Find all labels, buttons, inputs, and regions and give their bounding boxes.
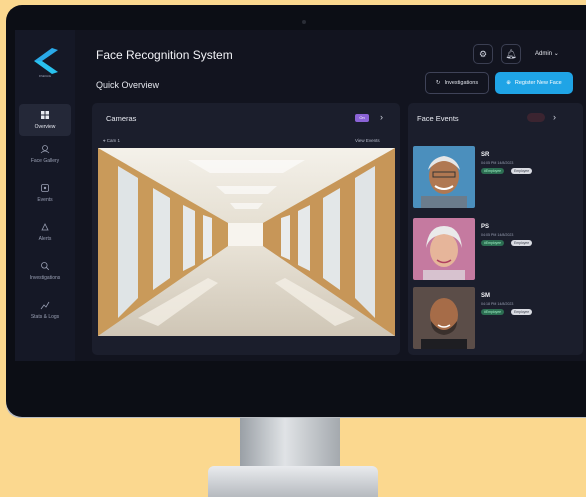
refresh-icon: ↻ xyxy=(435,80,441,86)
list-item[interactable]: SM 04:18 PM 14/8/2023 #Employee Employee xyxy=(413,287,573,355)
event-date: 04:05 PM 14/8/2023 xyxy=(481,161,514,165)
sidebar-item-label: Investigations xyxy=(29,275,61,281)
sidebar-item-label: Face Gallery xyxy=(30,158,60,164)
page-title: Face Recognition System xyxy=(96,48,233,62)
status-badge: Employee xyxy=(511,168,533,174)
events-toggle[interactable] xyxy=(527,113,545,122)
search-icon xyxy=(41,262,50,271)
view-events-link[interactable]: View Events xyxy=(355,138,380,143)
section-subtitle: Quick Overview xyxy=(96,80,160,90)
webcam-icon xyxy=(302,20,306,24)
status-badge: #Employee xyxy=(481,168,504,174)
monitor-stand-neck xyxy=(240,418,340,470)
svg-text:FINEFACE: FINEFACE xyxy=(39,75,52,78)
register-new-face-button[interactable]: ⊕ Register New Face xyxy=(495,72,573,94)
hallway-image xyxy=(98,148,395,336)
events-icon xyxy=(41,184,49,192)
camera-label: Cam 1 xyxy=(106,138,121,143)
face-icon xyxy=(40,145,50,154)
register-label: Register New Face xyxy=(514,80,562,86)
face-events-title: Face Events xyxy=(417,114,459,123)
gear-icon: ⚙ xyxy=(478,48,488,59)
sidebar: FINEFACE Overview Face Gallery Events Al… xyxy=(15,30,75,361)
event-name: SM xyxy=(481,293,490,299)
face-photo xyxy=(413,218,475,280)
cameras-title: Cameras xyxy=(106,114,137,123)
event-date: 04:05 PM 14/8/2023 xyxy=(481,233,514,237)
list-item[interactable]: SR 04:05 PM 14/8/2023 #Employee Employee xyxy=(413,146,573,214)
toggle-label: On xyxy=(359,115,365,120)
add-face-icon: ⊕ xyxy=(506,80,511,86)
camera-name: ⌖ Cam 1 xyxy=(103,138,120,143)
sidebar-item-face-gallery[interactable]: Face Gallery xyxy=(19,144,71,164)
settings-button[interactable]: ⚙ xyxy=(473,44,493,64)
camera-feed xyxy=(98,148,395,336)
camera-toggle[interactable]: On xyxy=(355,114,369,122)
sidebar-item-stats-logs[interactable]: Stats & Logs xyxy=(19,300,71,320)
chevron-right-icon: › xyxy=(380,112,383,122)
app-screen: FINEFACE Overview Face Gallery Events Al… xyxy=(15,30,586,361)
sidebar-item-label: Alerts xyxy=(38,236,52,242)
cameras-next-button[interactable]: › xyxy=(380,112,383,122)
stats-icon xyxy=(40,301,50,310)
admin-label: Admin xyxy=(535,51,553,57)
status-badge: #Employee xyxy=(481,309,504,315)
sidebar-item-alerts[interactable]: Alerts xyxy=(19,222,71,242)
logo-icon: FINEFACE xyxy=(34,48,58,78)
investigations-label: Investigations xyxy=(444,80,479,86)
face-photo xyxy=(413,146,475,208)
events-next-button[interactable]: › xyxy=(553,112,556,122)
notifications-button[interactable]: 🔔︎ xyxy=(501,44,521,64)
face-photo xyxy=(413,287,475,349)
sidebar-item-label: Events xyxy=(37,197,53,203)
status-badge: Employee xyxy=(511,309,533,315)
monitor-stand-base xyxy=(208,466,378,497)
chevron-down-icon: ⌄ xyxy=(553,51,559,57)
bell-icon: 🔔︎ xyxy=(505,48,517,59)
sidebar-item-events[interactable]: Events xyxy=(19,183,71,203)
list-item[interactable]: PS 04:05 PM 14/8/2023 #Employee Employee xyxy=(413,218,573,286)
admin-menu[interactable]: Admin ⌄ xyxy=(535,50,559,57)
investigations-button[interactable]: ↻ Investigations xyxy=(425,72,489,94)
event-name: PS xyxy=(481,224,490,230)
alert-icon xyxy=(41,223,49,231)
status-badge: Employee xyxy=(511,240,533,246)
status-badge: #Employee xyxy=(481,240,504,246)
event-date: 04:18 PM 14/8/2023 xyxy=(481,302,514,306)
chevron-right-icon: › xyxy=(553,112,556,122)
sidebar-item-overview[interactable]: Overview xyxy=(19,104,71,136)
sidebar-item-label: Stats & Logs xyxy=(30,314,60,320)
event-name: SR xyxy=(481,152,490,158)
grid-icon xyxy=(41,111,49,119)
sidebar-item-investigations[interactable]: Investigations xyxy=(19,261,71,281)
sidebar-item-label: Overview xyxy=(34,124,56,130)
